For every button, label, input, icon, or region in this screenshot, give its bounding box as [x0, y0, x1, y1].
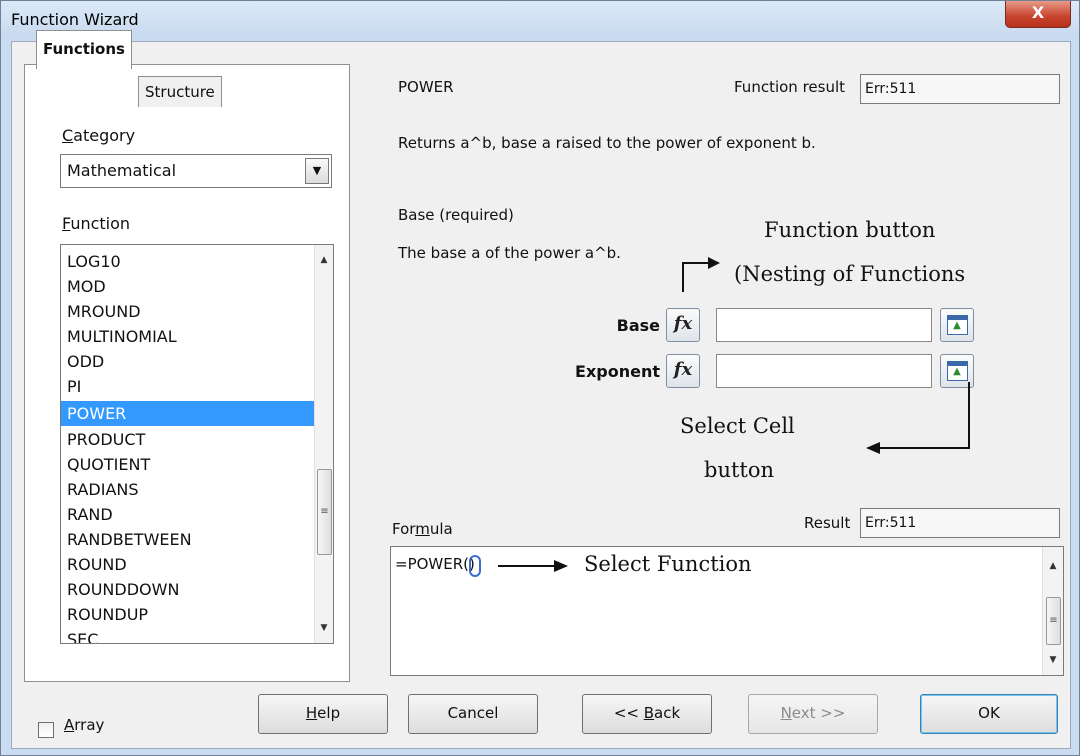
arrow-select-cell: [878, 382, 970, 449]
tab-functions[interactable]: Functions: [36, 30, 132, 69]
arrowhead-select-cell: [866, 442, 880, 454]
annotation-arrows: [498, 257, 970, 572]
arrowhead-select-function: [554, 560, 568, 572]
arrowhead-function-button: [708, 257, 720, 269]
arrow-function-button: [682, 262, 712, 292]
